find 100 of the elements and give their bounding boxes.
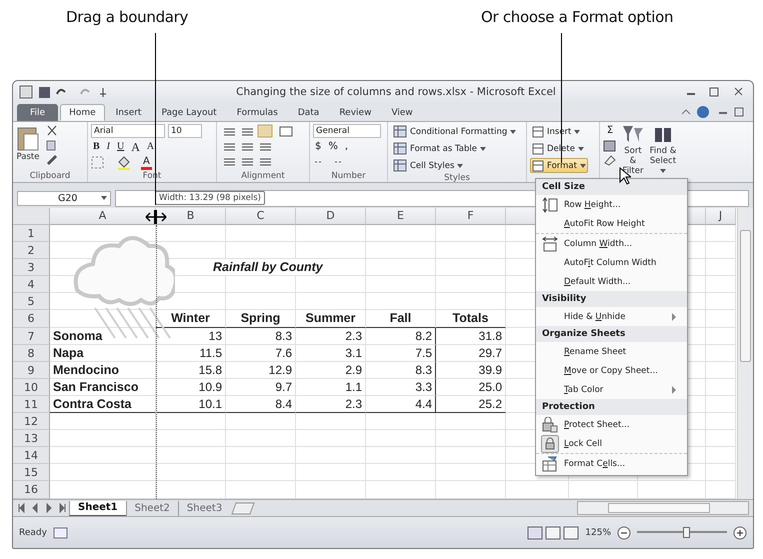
column-header[interactable]: E — [366, 208, 436, 225]
grow-font-button[interactable]: A — [129, 140, 142, 154]
row-header[interactable]: 14 — [13, 447, 50, 464]
quick-access-toolbar-icon[interactable] — [19, 85, 107, 99]
table-cell: 1.1 — [296, 378, 366, 396]
menu-item[interactable]: Row Height... — [564, 200, 621, 210]
row-header[interactable]: 13 — [13, 430, 50, 448]
row-header[interactable]: 5 — [13, 293, 50, 310]
view-buttons-icon[interactable] — [527, 526, 580, 540]
fill-icon[interactable] — [603, 140, 617, 152]
row-header[interactable]: 1 — [13, 225, 50, 242]
column-header[interactable]: A — [50, 208, 156, 225]
eraser-icon[interactable] — [603, 154, 617, 166]
name-box[interactable]: G20 — [17, 190, 111, 206]
zoom-level[interactable]: 125% — [585, 528, 611, 538]
table-cell — [366, 276, 436, 294]
table-cell: 4.4 — [366, 396, 436, 414]
table-cell — [156, 464, 226, 482]
menu-item[interactable]: Protect Sheet... — [564, 420, 630, 430]
table-cell — [156, 225, 226, 242]
menu-item[interactable]: Format Cells... — [564, 458, 626, 468]
zoom-out-icon[interactable] — [617, 526, 631, 540]
row-header[interactable]: 9 — [13, 362, 50, 379]
number-format-field[interactable]: General — [313, 124, 381, 138]
table-cell: 2.3 — [296, 328, 366, 345]
menu-item[interactable]: AutoFit Column Width — [564, 258, 656, 268]
bold-button[interactable]: B — [91, 140, 102, 154]
menu-item[interactable]: Move or Copy Sheet... — [564, 366, 658, 376]
menu-item[interactable]: Tab Color — [564, 384, 604, 394]
row-header[interactable]: 2 — [13, 242, 50, 260]
row-header[interactable]: 3 — [13, 259, 50, 276]
styles-menu-button[interactable]: Cell Styles — [391, 158, 466, 173]
ribbon-tab[interactable]: Home — [60, 104, 105, 121]
row-header[interactable]: 6 — [13, 310, 50, 328]
italic-button[interactable]: I — [104, 140, 112, 154]
autosum-button[interactable]: Σ — [603, 124, 617, 138]
row-header[interactable]: 4 — [13, 276, 50, 294]
vertical-scrollbar[interactable] — [737, 208, 753, 499]
row-header[interactable]: 11 — [13, 396, 50, 414]
ribbon-tab[interactable]: Formulas — [228, 104, 287, 121]
row-header[interactable]: 7 — [13, 328, 50, 345]
table-cell — [296, 276, 366, 294]
cells-menu-button[interactable]: Format — [530, 158, 588, 173]
shrink-font-button[interactable]: A — [144, 140, 156, 154]
table-cell — [156, 413, 226, 430]
table-cell — [706, 430, 736, 448]
row-header[interactable]: 16 — [13, 481, 50, 498]
styles-menu-button[interactable]: Conditional Formatting — [391, 124, 518, 139]
menu-item[interactable]: Lock Cell — [564, 438, 602, 448]
menu-item[interactable]: Hide & Unhide — [564, 312, 626, 322]
caret-icon — [510, 130, 516, 134]
menu-section-heading: Organize Sheets — [536, 326, 687, 342]
ribbon-tab[interactable]: Review — [330, 104, 380, 121]
ribbon-tab[interactable]: View — [382, 104, 422, 121]
table-cell: Mendocino — [50, 362, 156, 379]
table-cell: 39.9 — [436, 362, 506, 379]
menu-item[interactable]: Rename Sheet — [564, 346, 626, 356]
macro-record-icon[interactable] — [52, 526, 69, 538]
currency-button[interactable]: $ — [313, 140, 324, 154]
table-cell: Napa — [50, 344, 156, 362]
ribbon-tab[interactable]: Page Layout — [152, 104, 226, 121]
row-header[interactable]: 12 — [13, 413, 50, 430]
submenu-arrow-icon — [671, 312, 677, 320]
sheet-tab[interactable]: Sheet1 — [69, 500, 126, 516]
callout-label: Drag a boundary — [66, 8, 188, 26]
column-header[interactable]: C — [226, 208, 296, 225]
font-name-field[interactable]: Arial — [91, 124, 165, 138]
find-select-button-label[interactable]: Find & Select — [648, 146, 677, 176]
ribbon-tab[interactable]: Insert — [106, 104, 150, 121]
column-header[interactable]: F — [436, 208, 506, 225]
row-header[interactable]: 15 — [13, 464, 50, 482]
table-cell — [706, 259, 736, 276]
font-size-field[interactable]: 10 — [168, 124, 202, 138]
table-cell — [706, 242, 736, 260]
underline-button[interactable]: U — [115, 140, 126, 154]
table-cell: Sonoma — [50, 328, 156, 345]
horizontal-scrollbar[interactable] — [577, 501, 749, 515]
column-resize-cursor-icon — [145, 210, 167, 224]
row-header[interactable]: 10 — [13, 378, 50, 396]
table-cell — [156, 430, 226, 448]
paste-button-label[interactable]: Paste — [16, 152, 40, 162]
table-cell — [296, 225, 366, 242]
ribbon-tab[interactable]: Data — [288, 104, 328, 121]
zoom-in-icon[interactable] — [733, 526, 747, 540]
comma-button[interactable]: , — [342, 140, 350, 154]
styles-menu-button[interactable]: Format as Table — [391, 141, 488, 156]
row-header[interactable]: 8 — [13, 344, 50, 362]
menu-section-heading: Protection — [536, 399, 687, 415]
file-tab[interactable]: File — [17, 104, 58, 121]
column-header[interactable]: J — [706, 208, 736, 225]
column-header[interactable]: D — [296, 208, 366, 225]
column-header[interactable]: B — [156, 208, 226, 225]
percent-button[interactable]: % — [326, 140, 340, 154]
table-cell — [226, 413, 296, 430]
font-color-button[interactable]: A — [141, 156, 152, 170]
menu-item[interactable]: Column Width... — [564, 238, 632, 248]
window-title: Changing the size of columns and rows.xlsx - Microsoft Excel — [235, 86, 557, 98]
zoom-slider-thumb[interactable] — [682, 527, 690, 538]
menu-item[interactable]: AutoFit Row Height — [564, 218, 645, 228]
menu-item[interactable]: Default Width... — [564, 276, 631, 286]
